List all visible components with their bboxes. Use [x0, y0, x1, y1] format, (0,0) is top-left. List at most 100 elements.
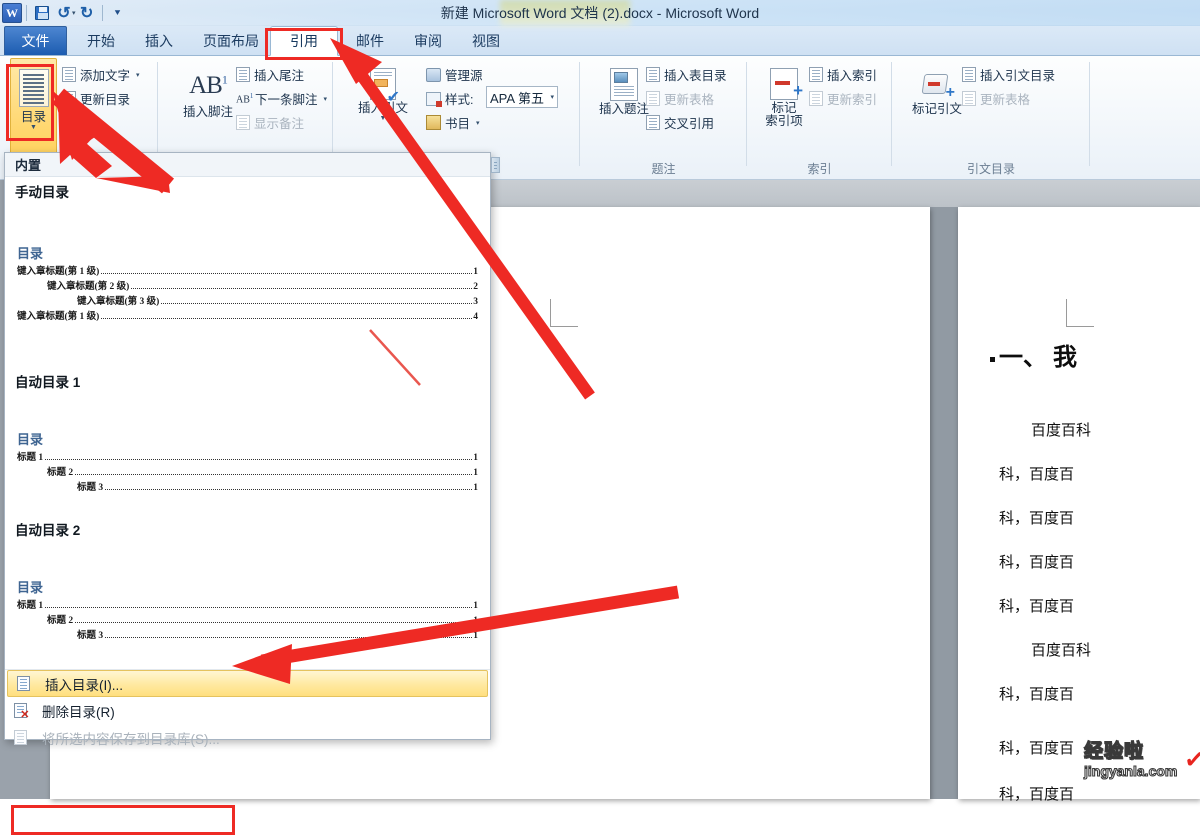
document-heading: 一、 我 — [990, 337, 1077, 372]
insert-table-of-figures-button[interactable]: 插入表目录 — [646, 64, 727, 85]
update-toc-button[interactable]: ! 更新目录 — [62, 88, 130, 109]
bibliography-button[interactable]: 书目 ▾ — [426, 112, 480, 133]
toc-preview-heading: 目录 — [17, 580, 44, 595]
title-bar: W ↺ ▾ ↺ ⯆ 新建 Microsoft Word 文档 (2).docx … — [0, 0, 1200, 26]
cross-reference-icon — [646, 115, 660, 130]
chevron-down-icon[interactable]: ▾ — [550, 93, 554, 101]
tab-review[interactable]: 审阅 — [402, 26, 454, 56]
toc-preview: 目录 标题 11 标题 21 标题 31 — [15, 393, 490, 502]
citation-style-row[interactable]: 样式: — [426, 88, 473, 109]
update-authorities-table-label: 更新表格 — [980, 93, 1031, 107]
cross-reference-label: 交叉引用 — [664, 117, 715, 131]
mark-entry-label: 标记 索引项 — [765, 101, 803, 129]
insert-citation-button[interactable]: ✔ 插入引文 ▼ — [347, 64, 419, 122]
menu-item-save-selection-to-toc-gallery: 将所选内容保存到目录库(S)... — [5, 724, 490, 751]
insert-footnote-button[interactable]: AB1 插入脚注 — [170, 68, 246, 119]
tab-insert[interactable]: 插入 — [133, 26, 185, 56]
menu-item-insert-toc[interactable]: 插入目录(I)... — [7, 670, 488, 697]
next-footnote-button[interactable]: AB1 下一条脚注 ▾ — [236, 88, 327, 109]
manage-sources-icon — [426, 67, 441, 82]
paragraph-bullet-icon — [990, 356, 995, 362]
menu-item-remove-toc[interactable]: ✕ 删除目录(R) — [5, 697, 490, 724]
redo-icon[interactable]: ↺ — [76, 2, 98, 24]
tab-mailings[interactable]: 邮件 — [344, 26, 396, 56]
add-text-icon — [62, 67, 76, 82]
next-footnote-icon: AB1 — [236, 91, 254, 106]
add-text-button[interactable]: 添加文字 ▾ — [62, 64, 140, 85]
manage-sources-button[interactable]: 管理源 — [426, 64, 483, 85]
show-notes-label: 显示备注 — [254, 117, 305, 131]
gallery-item-auto-toc-1[interactable]: 自动目录 1 目录 标题 11 标题 21 标题 31 — [5, 367, 490, 515]
toc-preview-line: 标题 31 — [77, 483, 478, 493]
insert-endnote-icon — [236, 67, 250, 82]
manage-sources-label: 管理源 — [445, 69, 483, 83]
customize-qat-icon[interactable]: ⯆ — [107, 2, 129, 24]
update-table-button: 更新表格 — [646, 88, 714, 109]
insert-index-label: 插入索引 — [827, 69, 878, 83]
quick-access-toolbar[interactable]: W ↺ ▾ ↺ ⯆ — [2, 1, 129, 25]
check-icon: ✓ — [1182, 742, 1200, 776]
chevron-down-icon[interactable]: ▾ — [476, 119, 480, 127]
document-paragraph: 科，百度百 — [999, 787, 1075, 803]
show-notes-icon — [236, 115, 250, 130]
document-paragraph: 科，百度百 — [999, 687, 1075, 703]
update-index-icon — [809, 91, 823, 106]
document-paragraph: 科，百度百 — [999, 741, 1075, 757]
update-authorities-table-icon — [962, 91, 976, 106]
insert-caption-icon — [610, 68, 638, 101]
ribbon-group-captions: 题注 插入题注 插入表目录 更新表格 交叉引用 — [580, 56, 747, 180]
footnote-ab1-icon: AB1 — [189, 72, 228, 99]
toc-preview-line: 标题 11 — [17, 453, 478, 463]
ribbon-group-index: 索引 + 标记 索引项 插入索引 更新索引 — [747, 56, 892, 180]
update-toc-label: 更新目录 — [80, 93, 131, 107]
toc-gallery-dropdown[interactable]: 内置 手动目录 目录 键入章标题(第 1 级) 1 键入章标题(第 2 级) 2 键… — [4, 152, 491, 835]
update-table-icon — [646, 91, 660, 106]
insert-endnote-label: 插入尾注 — [254, 69, 305, 83]
menu-item-label: 插入目录(I)... — [45, 677, 123, 693]
tab-references[interactable]: 引用 — [270, 26, 338, 56]
window-title: 新建 Microsoft Word 文档 (2).docx - Microsof… — [440, 5, 760, 21]
gallery-item-manual-toc[interactable]: 手动目录 目录 键入章标题(第 1 级) 1 键入章标题(第 2 级) 2 键入章标… — [5, 177, 490, 367]
chevron-down-icon[interactable]: ▼ — [30, 124, 37, 131]
word-logo-icon[interactable]: W — [2, 3, 22, 23]
tab-page-layout[interactable]: 页面布局 — [191, 26, 271, 56]
tab-home[interactable]: 开始 — [75, 26, 127, 56]
toc-preview-heading: 目录 — [17, 432, 44, 447]
citation-style-select[interactable]: APA 第五 ▾ — [486, 86, 558, 108]
save-icon[interactable] — [31, 2, 53, 24]
gallery-item-auto-toc-2[interactable]: 自动目录 2 目录 标题 11 标题 21 标题 31 — [5, 515, 490, 663]
toc-preview-line: 键入章标题(第 1 级) 1 — [17, 267, 478, 277]
highlight-box-insert-toc — [11, 805, 235, 835]
insert-index-button[interactable]: 插入索引 — [809, 64, 877, 85]
chevron-down-icon[interactable]: ▾ — [136, 71, 140, 79]
document-paragraph: 科，百度百 — [999, 511, 1075, 527]
watermark-cn-text: 经验啦 — [1083, 741, 1145, 762]
insert-endnote-button[interactable]: 插入尾注 — [236, 64, 304, 85]
mark-entry-icon: + — [770, 68, 803, 100]
gallery-scroll-nub[interactable] — [491, 157, 500, 173]
document-page-2[interactable]: 一、 我 百度百科 科，百度百 科，百度百 科，百度百 科，百度百 百度百科 科… — [958, 207, 1200, 803]
mark-entry-button[interactable]: + 标记 索引项 — [755, 64, 813, 128]
document-paragraph: 科，百度百 — [999, 555, 1075, 571]
insert-table-of-authorities-button[interactable]: 插入引文目录 — [962, 64, 1055, 85]
tab-file[interactable]: 文件 — [4, 26, 67, 55]
update-index-label: 更新索引 — [827, 93, 878, 107]
tab-view[interactable]: 视图 — [460, 26, 512, 56]
insert-toc-icon — [12, 676, 34, 691]
mark-citation-icon: + — [921, 72, 955, 101]
group-label-captions: 题注 — [651, 162, 676, 176]
next-footnote-label: 下一条脚注 — [255, 93, 318, 107]
document-paragraph: 科，百度百 — [999, 599, 1075, 615]
citation-style-icon — [426, 91, 442, 107]
ribbon-tab-strip: 文件 开始 插入 页面布局 引用 邮件 审阅 视图 — [0, 26, 1200, 56]
document-paragraph: 科，百度百 — [999, 467, 1075, 483]
chevron-down-icon[interactable]: ▼ — [380, 115, 387, 122]
toc-preview-line: 标题 21 — [47, 616, 478, 626]
update-table-label: 更新表格 — [664, 93, 715, 107]
toc-preview-line: 键入章标题(第 2 级) 2 — [47, 282, 478, 292]
insert-citation-label: 插入引文 — [357, 101, 408, 115]
cross-reference-button[interactable]: 交叉引用 — [646, 112, 714, 133]
document-paragraph: 百度百科 — [1031, 643, 1092, 659]
insert-citation-icon: ✔ — [370, 68, 400, 106]
chevron-down-icon[interactable]: ▾ — [324, 95, 328, 103]
